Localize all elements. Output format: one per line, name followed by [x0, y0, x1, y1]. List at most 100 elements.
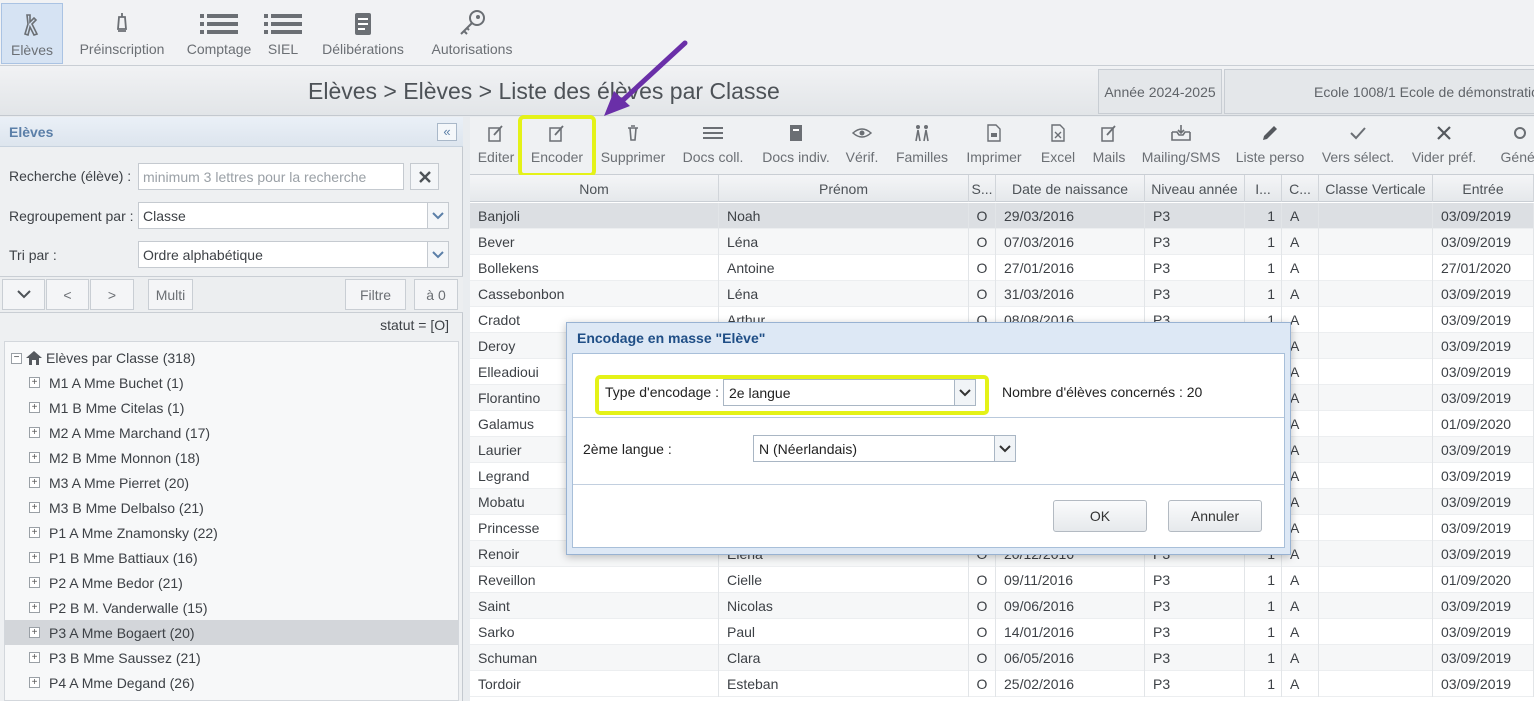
school-name[interactable]: Ecole 1008/1 Ecole de démonstration	[1224, 69, 1534, 114]
expand-node-icon[interactable]: +	[29, 402, 40, 413]
collapse-tree-icon: −	[11, 352, 22, 364]
toolbar-button-liste-perso[interactable]: Liste perso	[1232, 117, 1308, 175]
filter-button[interactable]: Filtre	[345, 279, 406, 310]
tree-item[interactable]: + P1 A Mme Znamonsky (22)	[5, 520, 458, 545]
table-row[interactable]: Cassebonbon Léna O 31/03/2016 P3 1 A 03/09/2019	[470, 281, 1534, 307]
tree-item[interactable]: + M1 A Mme Buchet (1)	[5, 370, 458, 395]
tree-item[interactable]: + P3 B Mme Saussez (21)	[5, 645, 458, 670]
table-cell: A	[1282, 229, 1319, 255]
nav-autorisations[interactable]: Autorisations	[428, 3, 516, 64]
tree-item[interactable]: + P2 A Mme Bedor (21)	[5, 570, 458, 595]
expand-node-icon[interactable]: +	[29, 377, 40, 388]
print-icon	[987, 117, 1001, 149]
table-row[interactable]: Reveillon Cielle O 09/11/2016 P3 1 A 01/09/2020	[470, 567, 1534, 593]
nav-siel[interactable]: SIEL	[260, 3, 306, 64]
toolbar-button-editer[interactable]: Editer	[470, 117, 522, 175]
column-header[interactable]: Date de naissance	[996, 175, 1145, 202]
tree-root[interactable]: − Elèves par Classe (318)	[11, 350, 195, 366]
column-header[interactable]: Niveau année	[1145, 175, 1245, 202]
expand-node-icon[interactable]: +	[29, 502, 40, 513]
prev-button[interactable]: <	[46, 279, 89, 310]
table-cell	[1319, 515, 1433, 541]
toolbar-button-excel[interactable]: Excel	[1038, 117, 1078, 175]
toolbar-button-g-n-r[interactable]: Génér	[1490, 117, 1534, 175]
expand-node-icon[interactable]: +	[29, 627, 40, 638]
column-header[interactable]: Classe Verticale	[1319, 175, 1433, 202]
collapse-button[interactable]: «	[437, 123, 457, 141]
sort-select[interactable]: Ordre alphabétique	[138, 241, 449, 268]
tree-item[interactable]: + M2 B Mme Monnon (18)	[5, 445, 458, 470]
nav-preinscription[interactable]: Préinscription	[76, 3, 168, 64]
column-header[interactable]: Nom	[470, 175, 719, 202]
table-cell	[1319, 411, 1433, 437]
expand-node-icon[interactable]: +	[29, 677, 40, 688]
nav-comptage[interactable]: Comptage	[184, 3, 254, 64]
group-select[interactable]: Classe	[138, 202, 449, 229]
table-row[interactable]: Tordoir Esteban O 25/02/2016 P3 1 A 03/09/2019	[470, 671, 1534, 697]
eye-icon	[852, 117, 872, 149]
column-header[interactable]: S...	[969, 175, 996, 202]
toolbar-button-familles[interactable]: Familles	[891, 117, 953, 175]
table-row[interactable]: Saint Nicolas O 09/06/2016 P3 1 A 03/09/2019	[470, 593, 1534, 619]
table-cell: Reveillon	[470, 567, 719, 593]
toolbar-button-encoder[interactable]: Encoder	[525, 117, 589, 175]
toolbar-button-mailing-sms[interactable]: Mailing/SMS	[1138, 117, 1224, 175]
expand-node-icon[interactable]: +	[29, 452, 40, 463]
toolbar-button-mails[interactable]: Mails	[1090, 117, 1128, 175]
expand-node-icon[interactable]: +	[29, 527, 40, 538]
expand-node-icon[interactable]: +	[29, 652, 40, 663]
tree-item[interactable]: + M3 A Mme Pierret (20)	[5, 470, 458, 495]
toolbar-button-docs-indiv[interactable]: Docs indiv.	[756, 117, 836, 175]
toolbar-button-docs-coll[interactable]: Docs coll.	[678, 117, 748, 175]
toolbar-button-vider-pr-f[interactable]: Vider préf.	[1406, 117, 1482, 175]
tree-item[interactable]: + M2 A Mme Marchand (17)	[5, 420, 458, 445]
tree-item[interactable]: + P4 A Mme Degand (26)	[5, 670, 458, 695]
expand-node-icon[interactable]: +	[29, 552, 40, 563]
table-cell: Antoine	[719, 255, 969, 281]
multi-button[interactable]: Multi	[148, 279, 193, 310]
nav-eleves[interactable]: Elèves	[1, 3, 63, 64]
table-cell: 03/09/2019	[1433, 541, 1534, 567]
table-cell	[1319, 489, 1433, 515]
toolbar-button-imprimer[interactable]: Imprimer	[960, 117, 1028, 175]
table-row[interactable]: Schuman Clara O 06/05/2016 P3 1 A 03/09/2019	[470, 645, 1534, 671]
table-cell: 09/11/2016	[996, 567, 1145, 593]
cancel-button[interactable]: Annuler	[1168, 500, 1262, 532]
expand-node-icon[interactable]: +	[29, 427, 40, 438]
school-year[interactable]: Année 2024-2025	[1098, 69, 1222, 114]
column-header[interactable]: I...	[1245, 175, 1282, 202]
reset-zero-button[interactable]: à 0	[414, 279, 458, 310]
tree-item[interactable]: + P3 A Mme Bogaert (20)	[5, 620, 458, 645]
clear-search-button[interactable]	[410, 163, 439, 190]
tree-item[interactable]: + M3 B Mme Delbalso (21)	[5, 495, 458, 520]
trash-icon	[626, 117, 640, 149]
toolbar-button-vers-s-lect[interactable]: Vers sélect.	[1318, 117, 1398, 175]
table-row[interactable]: Sarko Paul O 14/01/2016 P3 1 A 03/09/2019	[470, 619, 1534, 645]
table-cell: Cielle	[719, 567, 969, 593]
tree-item[interactable]: + P1 B Mme Battiaux (16)	[5, 545, 458, 570]
table-cell: Banjoli	[470, 203, 719, 229]
table-row[interactable]: Bever Léna O 07/03/2016 P3 1 A 03/09/2019	[470, 229, 1534, 255]
toolbar-button-v-rif[interactable]: Vérif.	[842, 117, 882, 175]
nav-label: Comptage	[186, 41, 252, 57]
tree-item[interactable]: + P2 B M. Vanderwalle (15)	[5, 595, 458, 620]
expand-node-icon[interactable]: +	[29, 477, 40, 488]
toolbar-button-supprimer[interactable]: Supprimer	[596, 117, 670, 175]
type-select[interactable]: 2e langue	[723, 379, 976, 406]
next-button[interactable]: >	[90, 279, 134, 310]
nav-deliberations[interactable]: Délibérations	[318, 3, 408, 64]
table-row[interactable]: Bollekens Antoine O 27/01/2016 P3 1 A 27/01/202…	[470, 255, 1534, 281]
lang-select[interactable]: N (Néerlandais)	[753, 435, 1016, 462]
column-header[interactable]: Prénom	[719, 175, 969, 202]
table-cell: 03/09/2019	[1433, 515, 1534, 541]
expand-node-icon[interactable]: +	[29, 577, 40, 588]
search-input[interactable]: minimum 3 lettres pour la recherche	[138, 163, 404, 190]
column-header[interactable]: C...	[1282, 175, 1319, 202]
ok-button[interactable]: OK	[1053, 500, 1147, 532]
chevron-down-icon	[427, 203, 448, 228]
expand-button[interactable]	[2, 279, 45, 310]
column-header[interactable]: Entrée	[1433, 175, 1534, 202]
expand-node-icon[interactable]: +	[29, 602, 40, 613]
tree-item[interactable]: + M1 B Mme Citelas (1)	[5, 395, 458, 420]
table-row[interactable]: Banjoli Noah O 29/03/2016 P3 1 A 03/09/2019	[470, 203, 1534, 229]
